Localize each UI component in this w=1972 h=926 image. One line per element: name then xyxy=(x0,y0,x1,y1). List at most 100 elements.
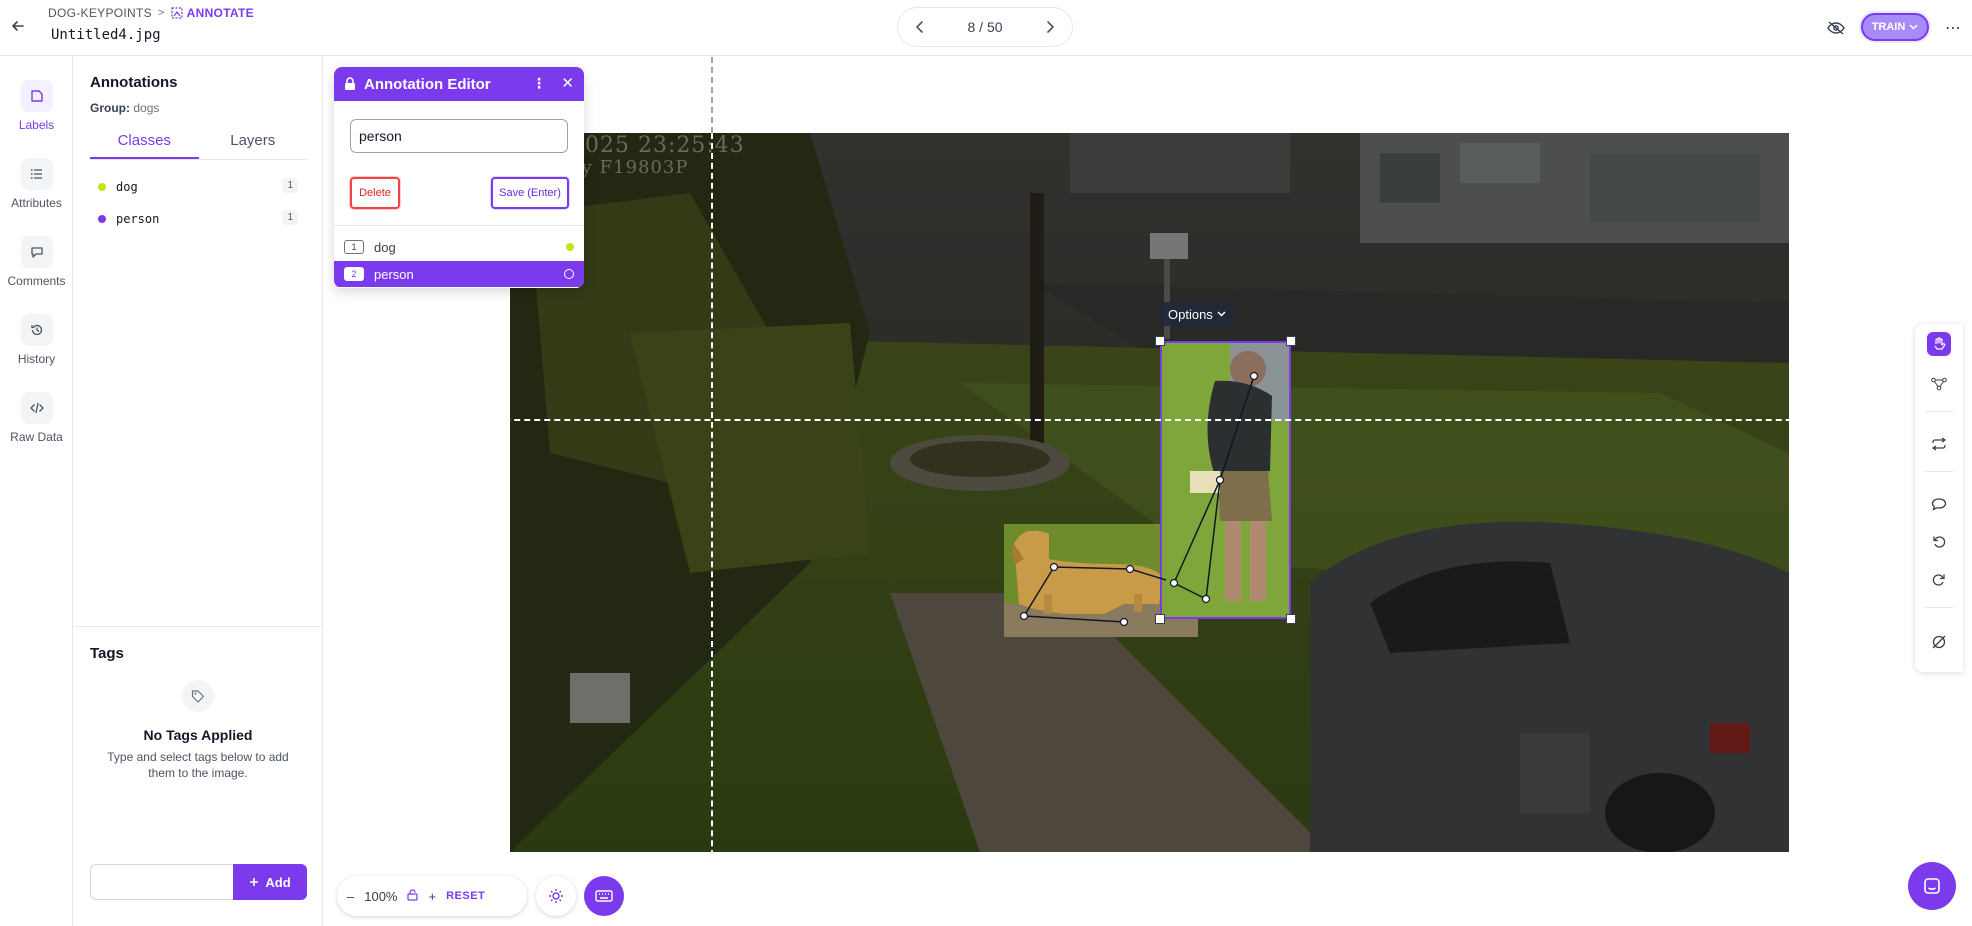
file-name: Untitled4.jpg xyxy=(51,27,161,43)
save-button[interactable]: Save (Enter) xyxy=(491,177,569,209)
class-color-dot xyxy=(566,243,574,251)
tag-input[interactable] xyxy=(90,864,233,900)
class-color-dot xyxy=(98,215,106,223)
editor-class-option-person[interactable]: 2 person xyxy=(334,261,584,287)
zoom-in-icon[interactable]: + xyxy=(428,889,436,904)
train-button-label: TRAIN xyxy=(1871,21,1906,33)
zoom-out-icon[interactable]: – xyxy=(347,889,354,904)
rail-label-history: History xyxy=(17,352,56,366)
keypoint-person-hip[interactable] xyxy=(1215,475,1225,485)
more-options-icon[interactable]: ⋯ xyxy=(1944,17,1962,39)
group-label: Group: xyxy=(90,101,130,115)
breadcrumb-current: ANNOTATE xyxy=(171,6,254,20)
rail-item-history[interactable]: History xyxy=(0,314,73,366)
hide-annotations-icon[interactable] xyxy=(1825,17,1847,39)
breadcrumb: DOG-KEYPOINTS > ANNOTATE xyxy=(48,6,254,20)
clear-annotations-icon[interactable] xyxy=(1927,630,1951,654)
selected-radio-icon xyxy=(564,269,574,279)
list-icon xyxy=(20,158,53,190)
keypoint-person-foot[interactable] xyxy=(1201,594,1211,604)
tool-rail xyxy=(1915,324,1963,672)
crosshair-vertical-guide xyxy=(711,133,713,926)
left-rail: Labels Attributes Comments History Raw D… xyxy=(0,56,73,926)
keyboard-shortcuts-button[interactable] xyxy=(584,876,624,916)
image-counter: 8 / 50 xyxy=(967,19,1003,35)
tool-divider xyxy=(1925,411,1953,412)
keypoint-dog-rear-paw[interactable] xyxy=(1119,617,1129,627)
editor-title: Annotation Editor xyxy=(364,75,491,93)
code-icon xyxy=(20,392,53,424)
prev-image-icon[interactable] xyxy=(910,17,930,37)
editor-class-option-dog[interactable]: 1 dog xyxy=(334,234,584,260)
group-line: Group: dogs xyxy=(90,101,159,115)
option-label: person xyxy=(374,266,414,282)
add-tag-button[interactable]: Add xyxy=(233,864,307,900)
class-item-person[interactable]: person 1 xyxy=(98,209,298,229)
editor-more-icon[interactable]: ⋮ xyxy=(532,75,546,92)
options-dropdown-button[interactable]: Options xyxy=(1160,302,1234,326)
tab-layers[interactable]: Layers xyxy=(199,124,308,159)
brightness-button[interactable] xyxy=(536,876,576,916)
panel-tabs: Classes Layers xyxy=(90,124,307,160)
class-count: 1 xyxy=(282,210,298,225)
zoom-level: 100% xyxy=(364,888,398,904)
comment-icon xyxy=(20,236,53,268)
panel-title: Annotations xyxy=(90,74,178,91)
chevron-down-icon xyxy=(1909,24,1918,30)
undo-icon[interactable] xyxy=(1927,530,1951,554)
keypoint-dog-back[interactable] xyxy=(1125,564,1135,574)
pan-hand-icon[interactable] xyxy=(1927,332,1951,356)
editor-divider xyxy=(334,225,584,226)
rail-label-attributes: Attributes xyxy=(11,196,62,210)
plus-icon xyxy=(250,878,259,886)
hotkey-badge: 2 xyxy=(344,267,364,281)
rail-item-attributes[interactable]: Attributes xyxy=(0,158,73,210)
rail-item-raw-data[interactable]: Raw Data xyxy=(0,392,73,444)
next-image-icon[interactable] xyxy=(1040,17,1060,37)
hotkey-badge: 1 xyxy=(344,240,364,254)
close-icon[interactable]: ✕ xyxy=(561,74,574,92)
image-pager: 8 / 50 xyxy=(897,7,1073,47)
options-label: Options xyxy=(1168,306,1213,322)
label-icon xyxy=(20,80,53,112)
no-tags-help: Type and select tags below to add them t… xyxy=(107,750,289,780)
rail-label-labels: Labels xyxy=(18,118,55,132)
tool-divider xyxy=(1925,607,1953,608)
keypoint-person-knee[interactable] xyxy=(1169,578,1179,588)
crosshair-horizontal-guide xyxy=(324,419,1972,421)
chevron-down-icon xyxy=(1217,311,1226,317)
class-name: dog xyxy=(116,180,138,194)
class-item-dog[interactable]: dog 1 xyxy=(98,177,298,197)
comment-icon[interactable] xyxy=(1927,492,1951,516)
rail-label-comments: Comments xyxy=(7,274,66,288)
rail-item-labels[interactable]: Labels xyxy=(0,80,73,132)
class-search-input[interactable]: person xyxy=(350,119,568,153)
option-label: dog xyxy=(374,239,396,255)
keypoint-dog-front-paw[interactable] xyxy=(1019,611,1029,621)
zoom-controls: – 100% + RESET xyxy=(337,876,527,916)
reset-zoom-button[interactable]: RESET xyxy=(446,890,485,902)
class-count: 1 xyxy=(282,178,298,193)
rail-item-comments[interactable]: Comments xyxy=(0,236,73,288)
support-chat-button[interactable] xyxy=(1908,862,1956,910)
rail-label-raw-data: Raw Data xyxy=(10,430,63,444)
delete-button[interactable]: Delete xyxy=(350,177,400,209)
annotations-panel: Annotations Group: dogs Classes Layers d… xyxy=(74,56,323,926)
redo-icon[interactable] xyxy=(1927,568,1951,592)
breadcrumb-separator: > xyxy=(157,7,165,19)
train-button[interactable]: TRAIN xyxy=(1861,13,1929,41)
lock-icon[interactable] xyxy=(344,77,356,91)
back-arrow-icon[interactable] xyxy=(8,16,28,36)
keypoint-tool-icon[interactable] xyxy=(1927,372,1951,396)
breadcrumb-project[interactable]: DOG-KEYPOINTS xyxy=(48,6,152,20)
editor-header[interactable]: Annotation Editor ⋮ ✕ xyxy=(334,67,584,101)
keypoint-dog-head[interactable] xyxy=(1049,562,1059,572)
keypoint-person-head[interactable] xyxy=(1249,371,1259,381)
group-value: dogs xyxy=(133,101,160,115)
unlock-icon[interactable] xyxy=(407,888,419,904)
keyboard-icon xyxy=(595,890,613,902)
repeat-icon[interactable] xyxy=(1927,432,1951,456)
tab-classes[interactable]: Classes xyxy=(90,124,199,159)
sun-icon xyxy=(549,889,563,903)
annotate-icon xyxy=(171,7,183,19)
